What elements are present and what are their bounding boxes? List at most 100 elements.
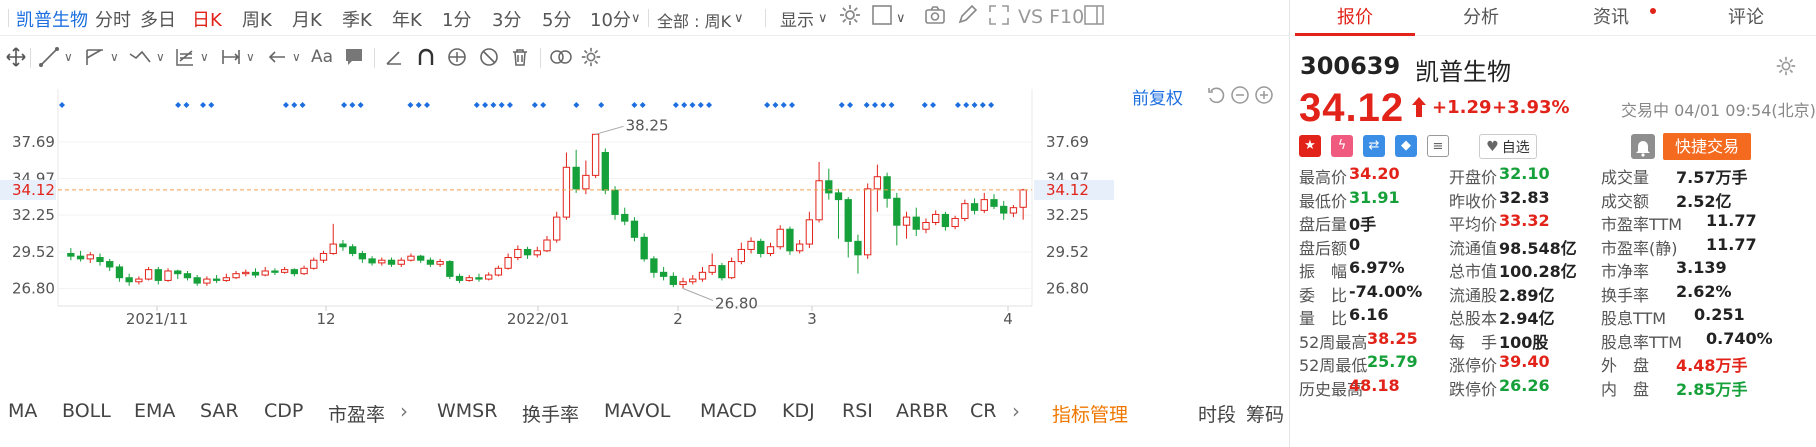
camera-icon[interactable]: [924, 4, 946, 31]
event-marker: [598, 102, 605, 108]
pen-icon[interactable]: [956, 4, 978, 31]
indicator-rsi[interactable]: RSI: [842, 400, 873, 422]
stock-name-link[interactable]: 凯普生物: [16, 6, 88, 32]
event-marker: [764, 102, 771, 108]
sidebar-toggle-icon[interactable]: [1084, 5, 1104, 30]
stat-label: 量 比: [1299, 309, 1348, 328]
chevron-down-icon[interactable]: ∨: [156, 40, 165, 74]
event-marker: [789, 102, 796, 108]
eye-lock-icon[interactable]: [446, 40, 468, 74]
wave-tool-icon[interactable]: [128, 40, 154, 74]
move-icon[interactable]: [6, 40, 26, 74]
china-flag-icon[interactable]: ★: [1299, 135, 1321, 157]
indicator-kdj[interactable]: KDJ: [782, 400, 815, 422]
vs-f10-button[interactable]: VS F10: [1018, 6, 1084, 28]
tab-analysis[interactable]: 分析: [1421, 0, 1541, 36]
settings-gear-icon[interactable]: [838, 3, 862, 32]
indicator-cr[interactable]: CR: [970, 400, 996, 422]
quick-trade-button[interactable]: 快捷交易: [1663, 133, 1751, 160]
draw-settings-gear-icon[interactable]: [580, 40, 602, 74]
fib-tool-icon[interactable]: [174, 40, 196, 74]
chevron-down-icon[interactable]: ∨: [64, 40, 73, 74]
text-tool-icon[interactable]: Aa: [311, 40, 333, 74]
period-select[interactable]: 全部 : 周K: [657, 8, 731, 32]
shuffle-icon[interactable]: ⇄: [1363, 135, 1385, 157]
indicator-manage-button[interactable]: 指标管理: [1052, 400, 1128, 427]
indicator-ema[interactable]: EMA: [134, 400, 175, 422]
stat-label: 流通股: [1449, 285, 1498, 305]
quote-panel: 报价 分析 资讯 评论 300639 凯普生物 34.12 +1.29 +3.9…: [1291, 0, 1816, 447]
tab-duori[interactable]: 多日: [140, 6, 176, 32]
candle-down: [621, 213, 629, 222]
arrow-tool-icon[interactable]: [266, 40, 288, 74]
tag-icon[interactable]: ◆: [1395, 135, 1417, 157]
chevron-down-icon[interactable]: ∨: [631, 11, 641, 26]
tab-quote[interactable]: 报价: [1295, 0, 1415, 36]
candle-down: [358, 252, 367, 260]
tab-week-k[interactable]: 周K: [242, 6, 272, 32]
chevron-down-icon[interactable]: ∨: [896, 11, 906, 26]
indicator-ma[interactable]: MA: [8, 400, 37, 422]
line-tool-icon[interactable]: [38, 40, 60, 74]
fullscreen-icon[interactable]: [988, 4, 1010, 31]
trash-icon[interactable]: [510, 40, 530, 74]
event-marker: [847, 102, 854, 108]
chevron-down-icon[interactable]: ∨: [110, 40, 119, 74]
range-tool-icon[interactable]: [220, 40, 242, 74]
tab-10min[interactable]: 10分: [590, 6, 631, 32]
indicator-sar[interactable]: SAR: [200, 400, 239, 422]
event-marker: [540, 102, 547, 108]
indicator-arbr[interactable]: ARBR: [896, 400, 948, 422]
event-marker: [349, 102, 356, 108]
tab-month-k[interactable]: 月K: [292, 6, 322, 32]
note-icon[interactable]: ≡: [1427, 135, 1449, 157]
hide-icon[interactable]: [478, 40, 500, 74]
indicator-boll[interactable]: BOLL: [62, 400, 111, 422]
zoom-in-icon[interactable]: [1254, 85, 1274, 109]
chip-distribution-toggle[interactable]: 筹码: [1246, 400, 1284, 427]
lightning-icon[interactable]: ϟ: [1331, 135, 1353, 157]
adjust-mode-button[interactable]: 前复权: [1132, 84, 1183, 109]
chevron-right-icon[interactable]: ›: [400, 399, 408, 423]
indicator-cdp[interactable]: CDP: [264, 400, 303, 422]
channel-tool-icon[interactable]: [84, 40, 106, 74]
indicator-mavol[interactable]: MAVOL: [604, 400, 670, 422]
candle-up: [679, 281, 687, 285]
event-markers: [59, 102, 995, 108]
candle-down: [611, 189, 619, 215]
chevron-down-icon[interactable]: ∨: [818, 11, 828, 26]
indicator-macd[interactable]: MACD: [700, 400, 757, 422]
tab-comments[interactable]: 评论: [1686, 0, 1806, 36]
indicator-wmsr[interactable]: WMSR: [437, 400, 497, 422]
chart-style-icon[interactable]: [872, 5, 892, 30]
tab-1min[interactable]: 1分: [442, 6, 471, 32]
indicator-pe[interactable]: 市盈率: [328, 400, 385, 427]
compare-icon[interactable]: [548, 40, 574, 74]
indicator-turnover[interactable]: 换手率: [522, 400, 579, 427]
zoom-out-icon[interactable]: [1230, 85, 1250, 109]
candle-down: [106, 261, 114, 268]
magnet-icon[interactable]: [416, 40, 436, 74]
period-toggle[interactable]: 时段: [1198, 400, 1236, 427]
candle-down: [825, 180, 833, 194]
bell-icon[interactable]: [1631, 134, 1655, 159]
angle-tool-icon[interactable]: [384, 40, 404, 74]
chevron-right-icon[interactable]: ›: [1012, 399, 1020, 423]
tab-quarter-k[interactable]: 季K: [342, 6, 372, 32]
tab-news[interactable]: 资讯: [1551, 0, 1671, 36]
tab-5min[interactable]: 5分: [542, 6, 571, 32]
chevron-down-icon[interactable]: ∨: [292, 40, 301, 74]
comment-tool-icon[interactable]: [344, 40, 364, 74]
chevron-down-icon[interactable]: ∨: [200, 40, 209, 74]
chevron-down-icon[interactable]: ∨: [734, 11, 744, 26]
add-watchlist-button[interactable]: ♥ 自选: [1479, 134, 1537, 159]
panel-settings-gear-icon[interactable]: [1775, 55, 1797, 81]
display-menu[interactable]: 显示: [780, 6, 814, 31]
tab-year-k[interactable]: 年K: [392, 6, 422, 32]
reset-icon[interactable]: [1206, 85, 1226, 109]
tab-fenshi[interactable]: 分时: [95, 6, 131, 32]
tab-3min[interactable]: 3分: [492, 6, 521, 32]
candlestick-chart[interactable]: 37.69 37.6934.97 34.9732.25 32.2529.52 29.52…: [0, 84, 1290, 396]
tab-day-k[interactable]: 日K: [192, 6, 222, 32]
chevron-down-icon[interactable]: ∨: [246, 40, 255, 74]
